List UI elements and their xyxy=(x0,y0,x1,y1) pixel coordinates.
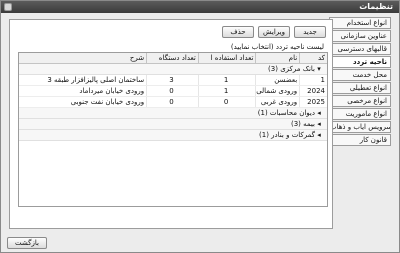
column-header-name[interactable]: نام xyxy=(255,53,299,63)
cell-description: ورودی خیابان میرداماد xyxy=(79,87,145,95)
column-header-usage-count[interactable]: تعداد استفاده ا xyxy=(197,53,256,63)
tab-transport-service[interactable]: سرویس ایاب و ذهاب xyxy=(329,121,391,133)
close-icon[interactable] xyxy=(4,3,12,11)
tab-access-templates[interactable]: قالبهای دسترسی xyxy=(329,43,391,55)
group-row[interactable]: ◂ دیوان محاسبات (1) xyxy=(19,108,327,119)
tab-holiday-types[interactable]: انواع تعطیلی xyxy=(329,82,391,94)
side-tab-list: انواع استخدام عناوین سازمانی قالبهای دست… xyxy=(327,17,391,147)
column-header-description[interactable]: شرح xyxy=(19,53,146,63)
cell-name: ورودی غربی xyxy=(255,97,299,107)
list-instruction: لیست ناحیه تردد (انتخاب نمایید) xyxy=(230,43,324,51)
table-row[interactable]: 2025 ورودی غربی 0 0 ورودی خیابان نفت جنو… xyxy=(19,97,327,108)
cell-usage-count: 1 xyxy=(197,86,256,96)
cell-code: 2025 xyxy=(299,97,327,107)
expand-arrow-icon[interactable]: ◂ xyxy=(315,130,323,140)
grid-header: کد نام تعداد استفاده ا تعداد دستگاه شرح xyxy=(19,53,327,64)
table-row[interactable]: 2024 ورودی شمالی 1 0 ورودی خیابان میردام… xyxy=(19,86,327,97)
cell-usage-count: 0 xyxy=(197,97,256,107)
group-row[interactable]: ◂ گمرکات و بنادر (1) xyxy=(19,130,327,141)
tab-traffic-zone[interactable]: ناحیه تردد xyxy=(327,56,391,68)
expand-arrow-icon[interactable]: ◂ xyxy=(315,108,323,118)
expand-arrow-icon[interactable]: ◂ xyxy=(315,119,323,129)
group-row[interactable]: ◂ بیمه (3) xyxy=(19,119,327,130)
column-header-device-count[interactable]: تعداد دستگاه xyxy=(146,53,198,63)
tab-mission-types[interactable]: انواع ماموریت xyxy=(329,108,391,120)
new-button[interactable]: جدید xyxy=(294,26,326,38)
window-title: تنظیمات xyxy=(359,2,393,11)
group-label: گمرکات و بنادر (1) xyxy=(259,131,315,139)
title-bar: تنظیمات xyxy=(1,1,399,13)
settings-window: تنظیمات انواع استخدام عناوین سازمانی قال… xyxy=(0,0,400,253)
group-row[interactable]: ▾ بانک مرکزی (3) xyxy=(19,64,327,75)
column-header-code[interactable]: کد xyxy=(299,53,327,63)
tab-org-titles[interactable]: عناوین سازمانی xyxy=(329,30,391,42)
tab-workplace[interactable]: محل خدمت xyxy=(329,69,391,81)
cell-name: ورودی شمالی xyxy=(255,86,298,96)
cell-name: بعضسن xyxy=(255,75,299,85)
group-label: دیوان محاسبات (1) xyxy=(257,109,315,117)
cell-code: 2024 xyxy=(299,86,327,96)
delete-button[interactable]: حذف xyxy=(222,26,254,38)
cell-code: 1 xyxy=(299,75,327,85)
group-label: بانک مرکزی (3) xyxy=(268,65,315,73)
cell-device-count: 0 xyxy=(146,86,198,96)
group-label: بیمه (3) xyxy=(290,120,315,128)
tab-employment-types[interactable]: انواع استخدام xyxy=(329,17,391,29)
collapse-arrow-icon[interactable]: ▾ xyxy=(315,64,323,74)
cell-description: ساختمان اصلی پالیزافزار طبقه 3 xyxy=(47,76,145,84)
cell-description: ورودی خیابان نفت جنوبی xyxy=(70,98,145,106)
traffic-zone-panel: جدید ویرایش حذف لیست ناحیه تردد (انتخاب … xyxy=(9,19,333,229)
cell-device-count: 3 xyxy=(146,75,198,85)
cell-usage-count: 1 xyxy=(197,75,256,85)
tab-labor-law[interactable]: قانون کار xyxy=(329,134,391,146)
traffic-zone-grid[interactable]: کد نام تعداد استفاده ا تعداد دستگاه شرح … xyxy=(18,52,328,207)
tab-leave-types[interactable]: انواع مرخصی xyxy=(329,95,391,107)
table-row[interactable]: 1 بعضسن 1 3 ساختمان اصلی پالیزافزار طبقه… xyxy=(19,75,327,86)
edit-button[interactable]: ویرایش xyxy=(258,26,290,38)
back-button[interactable]: بازگشت xyxy=(7,237,47,249)
cell-device-count: 0 xyxy=(146,97,198,107)
